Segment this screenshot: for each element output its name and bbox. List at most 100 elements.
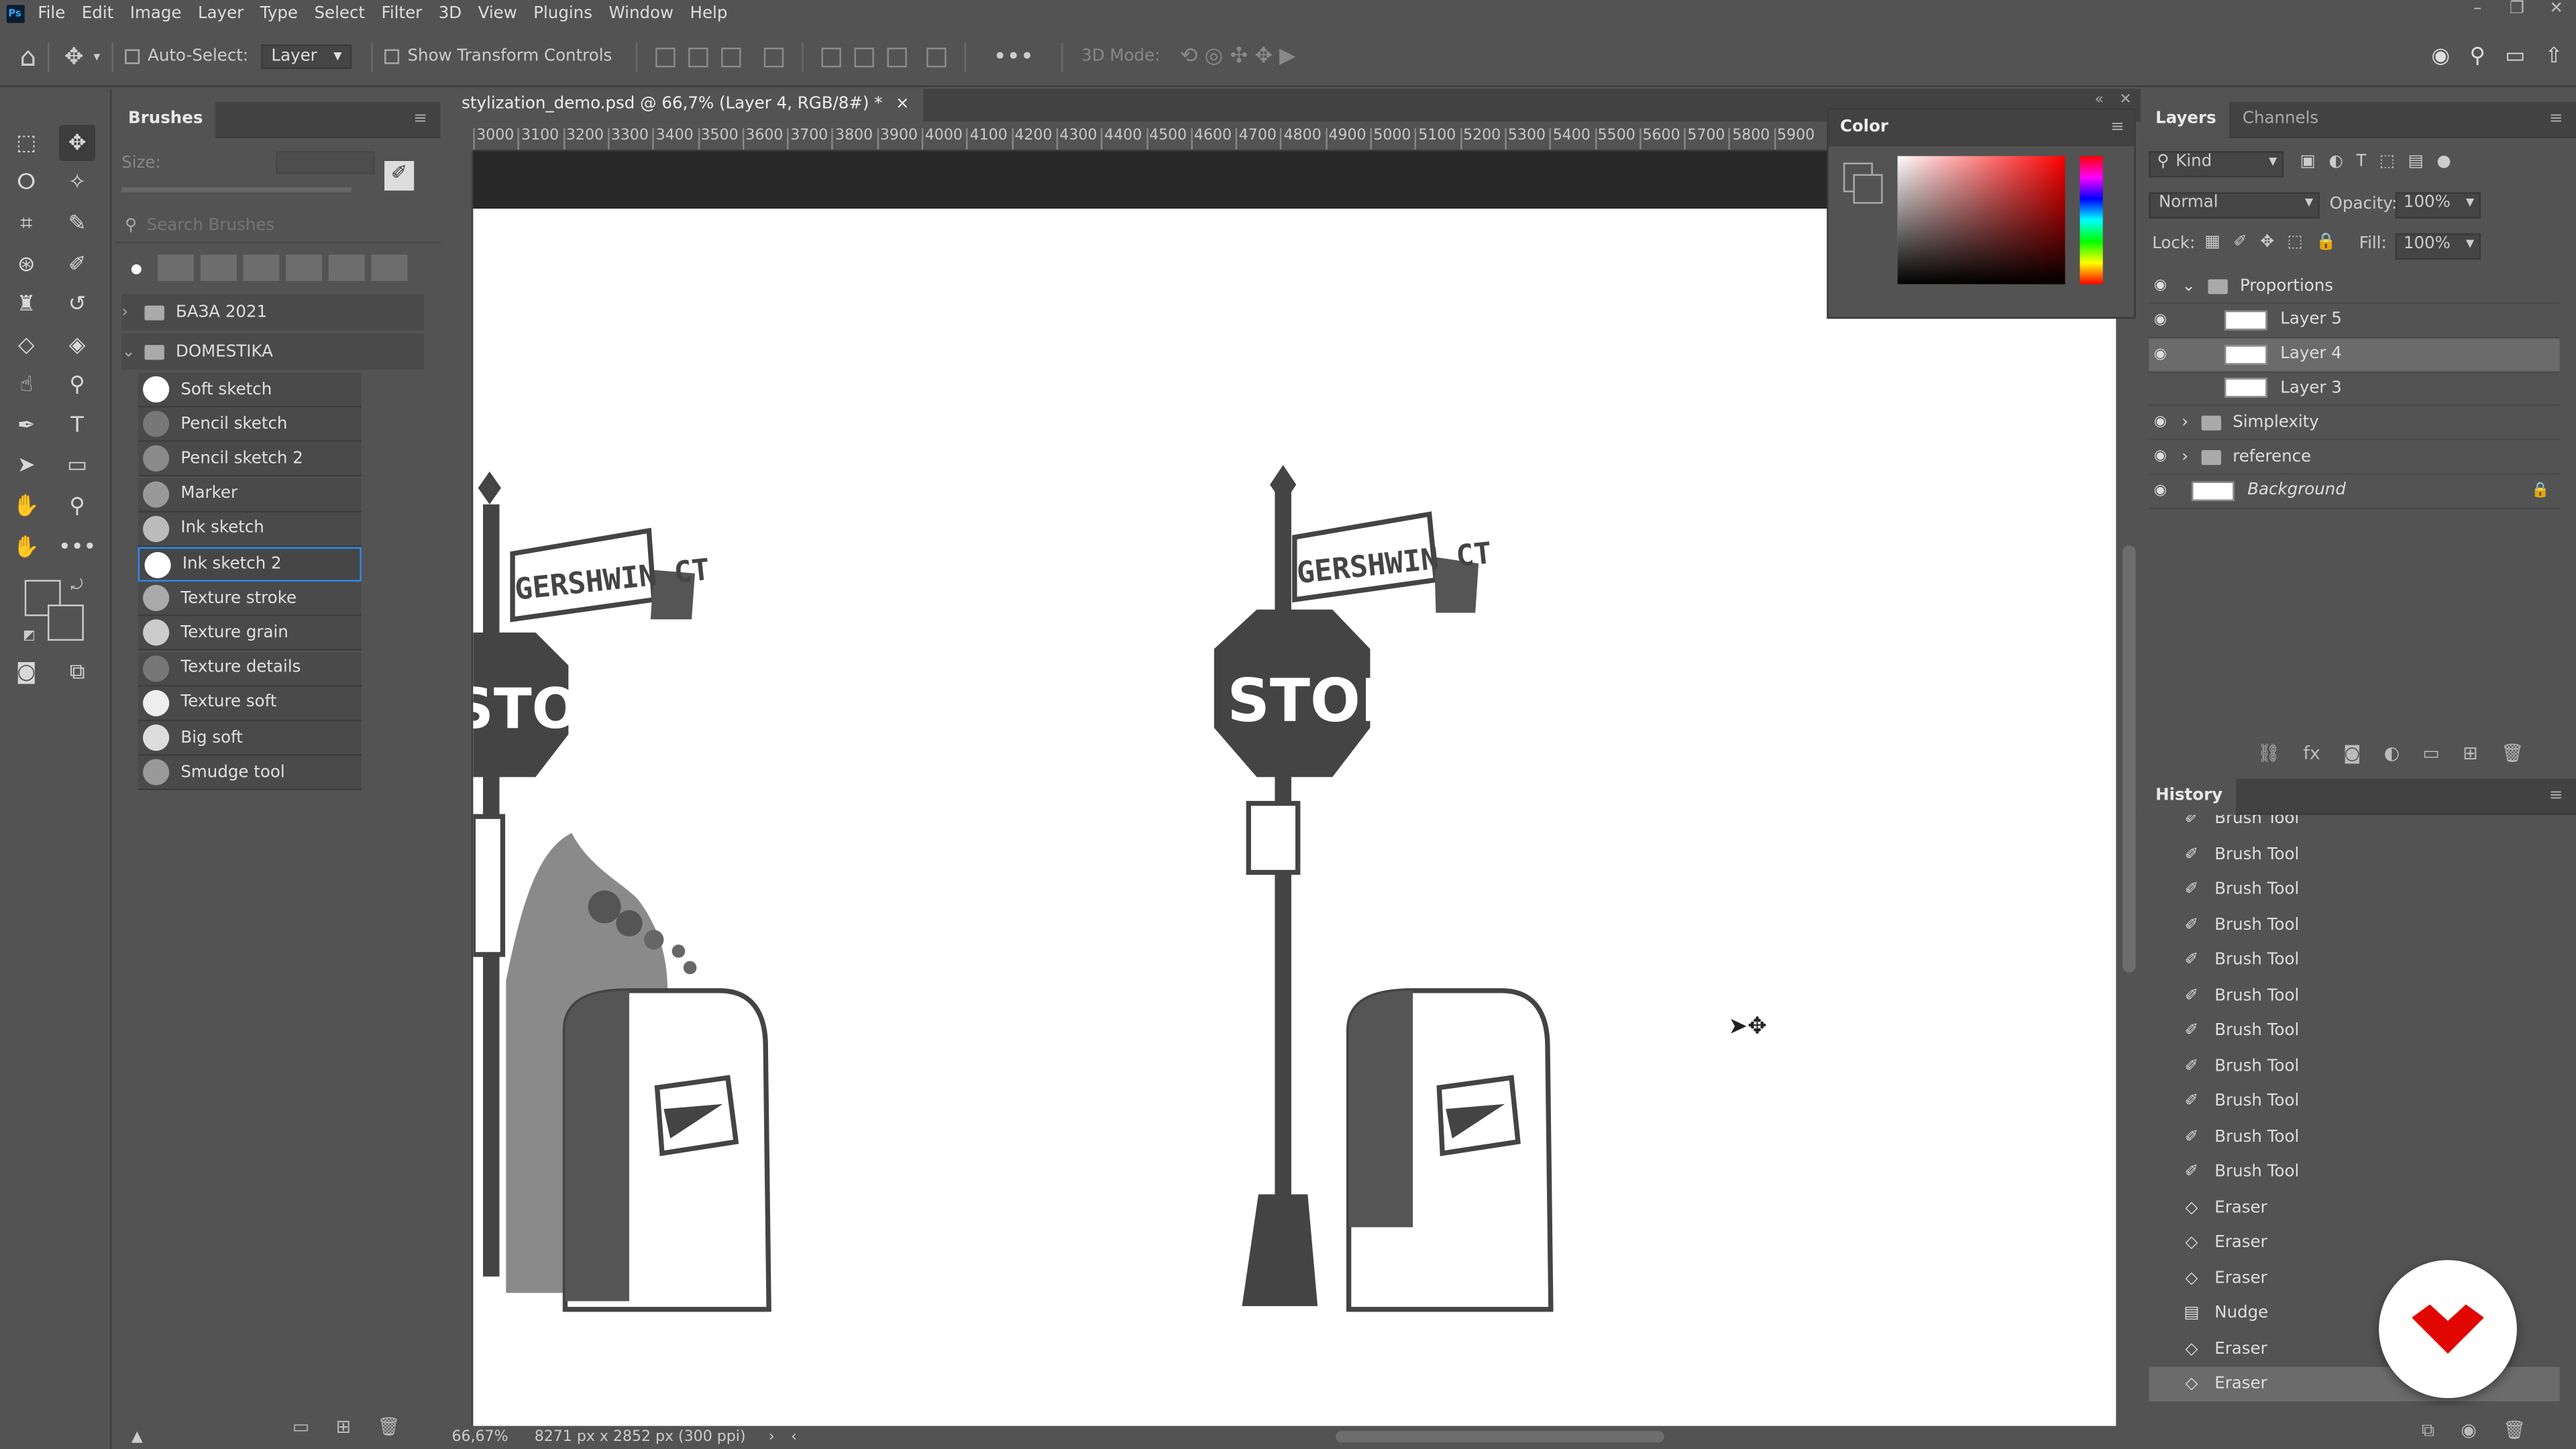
align-top-icon[interactable]: [820, 46, 841, 67]
home-icon[interactable]: ⌂: [19, 41, 36, 72]
brushes-tab[interactable]: Brushes: [115, 101, 217, 138]
collapse-panels-icon[interactable]: «: [2094, 92, 2104, 108]
paint-bucket-icon[interactable]: ◈: [59, 327, 95, 363]
brush-item[interactable]: Texture details: [138, 651, 362, 686]
brush-item[interactable]: Ink sketch 2: [138, 547, 362, 582]
adjustment-layer-icon[interactable]: ◐: [2384, 743, 2400, 764]
recent-brush-6[interactable]: [371, 254, 408, 281]
history-state[interactable]: ✐ Brush Tool: [2149, 1120, 2559, 1154]
menu-view[interactable]: View: [470, 5, 525, 23]
eyedropper-icon[interactable]: ✎: [59, 205, 95, 241]
snapshot-icon[interactable]: ◉: [2461, 1419, 2477, 1442]
menu-type[interactable]: Type: [252, 5, 307, 23]
photoshop-logo[interactable]: Ps: [0, 0, 30, 28]
trash-icon[interactable]: 🗑: [2501, 743, 2524, 764]
add-mask-icon[interactable]: ◙: [2343, 743, 2361, 764]
history-state[interactable]: ✐ Brush Tool: [2149, 978, 2559, 1012]
new-layer-icon[interactable]: ⊞: [2463, 743, 2478, 764]
link-layers-icon[interactable]: ⛓: [2257, 743, 2280, 764]
lock-pixels-icon[interactable]: ✐: [2233, 233, 2247, 252]
search-icon[interactable]: ⚲: [2469, 44, 2485, 69]
layer-row[interactable]: ◉ › reference: [2149, 440, 2560, 475]
color-tab[interactable]: Color ≡: [1828, 110, 2135, 146]
menu-edit[interactable]: Edit: [74, 5, 122, 23]
history-state[interactable]: ✐ Brush Tool: [2149, 1014, 2559, 1048]
minimize-icon[interactable]: –: [2458, 0, 2498, 18]
panel-menu-icon[interactable]: ≡: [2536, 778, 2576, 814]
menu-layer[interactable]: Layer: [190, 5, 252, 23]
workspace-icon[interactable]: ▭: [2505, 44, 2525, 69]
menu-filter[interactable]: Filter: [373, 5, 430, 23]
visibility-eye-icon[interactable]: ◉: [2149, 278, 2171, 294]
menu-plugins[interactable]: Plugins: [525, 5, 600, 23]
distribute-icon[interactable]: [763, 46, 783, 67]
menu-help[interactable]: Help: [682, 5, 735, 23]
blend-mode-select[interactable]: Normal ▾: [2149, 192, 2320, 219]
brush-item[interactable]: Texture grain: [138, 616, 362, 651]
background-color-swatch[interactable]: [48, 604, 84, 641]
move-tool-button[interactable]: ✥: [59, 125, 96, 162]
recent-brush-1[interactable]: [158, 254, 194, 281]
history-state[interactable]: ✐ Brush Tool: [2149, 1155, 2559, 1189]
brush-folder-domestika[interactable]: ⌄ DOMESTIKA: [121, 333, 424, 370]
layer-row[interactable]: ◉ Layer 4: [2149, 337, 2560, 372]
visibility-eye-icon[interactable]: ◉: [2149, 312, 2171, 328]
hue-slider[interactable]: [2080, 156, 2103, 284]
layer-row[interactable]: ◉ Background 🔒: [2149, 474, 2560, 509]
menu-select[interactable]: Select: [306, 5, 373, 23]
history-state[interactable]: ✐ Brush Tool: [2149, 837, 2559, 871]
history-state[interactable]: ✐ Brush Tool: [2149, 1049, 2559, 1083]
brush-item[interactable]: Texture stroke: [138, 582, 362, 616]
new-group-icon[interactable]: ▭: [2422, 743, 2439, 764]
panel-menu-icon[interactable]: ≡: [2110, 110, 2125, 146]
scroll-thumb[interactable]: [2123, 545, 2136, 973]
crop-tool-icon[interactable]: ⌗: [8, 205, 44, 241]
group-chevron-icon[interactable]: ›: [2182, 413, 2188, 431]
new-group-icon[interactable]: ▭: [292, 1416, 309, 1438]
trash-icon[interactable]: 🗑: [2503, 1419, 2526, 1442]
filter-adjust-icon[interactable]: ◐: [2328, 153, 2343, 171]
layer-row[interactable]: Layer 3: [2149, 372, 2560, 407]
layer-row[interactable]: ◉ › Simplexity: [2149, 406, 2560, 441]
history-state[interactable]: ✐ Brush Tool: [2149, 872, 2559, 906]
menu-image[interactable]: Image: [121, 5, 189, 23]
new-document-from-state-icon[interactable]: ⧉: [2422, 1419, 2434, 1442]
auto-select-checkbox[interactable]: [124, 49, 140, 64]
move-tool-icon[interactable]: ✥: [64, 44, 84, 70]
brush-item[interactable]: Texture soft: [138, 686, 362, 721]
brush-item[interactable]: Smudge tool: [138, 755, 362, 791]
close-tab-icon[interactable]: ×: [896, 89, 910, 121]
layers-tab[interactable]: Layers: [2142, 101, 2230, 138]
filter-shape-icon[interactable]: ⬚: [2379, 153, 2395, 171]
restore-icon[interactable]: ❐: [2497, 0, 2536, 18]
zoom-level[interactable]: 66,67%: [451, 1430, 508, 1446]
hand-tool-icon[interactable]: ✋: [8, 488, 44, 524]
close-panel-icon[interactable]: ✕: [2119, 92, 2131, 108]
vertical-scrollbar[interactable]: [2117, 151, 2141, 1426]
magic-wand-icon[interactable]: ✧: [59, 164, 95, 201]
filter-type-icon[interactable]: T: [2356, 153, 2366, 171]
healing-brush-icon[interactable]: ⊛: [8, 246, 44, 282]
marquee-tool-icon[interactable]: ⬚: [8, 125, 44, 161]
group-chevron-icon[interactable]: ⌄: [2182, 277, 2196, 295]
history-state[interactable]: ◇ Eraser: [2149, 1226, 2559, 1260]
history-brush-icon[interactable]: ↺: [59, 286, 95, 322]
recent-brush-4[interactable]: [286, 254, 323, 281]
type-tool-icon[interactable]: T: [59, 407, 95, 443]
brush-item[interactable]: Marker: [138, 477, 362, 513]
domestika-logo-button[interactable]: [2379, 1260, 2517, 1399]
document-canvas[interactable]: GERSHWIN CT STOP GERSHWIN CT STOP ➤✥: [473, 209, 2116, 1426]
smudge-tool-icon[interactable]: ☝: [8, 366, 44, 402]
swap-colors-icon[interactable]: ⤾: [70, 578, 83, 594]
brush-item[interactable]: Big soft: [138, 721, 362, 756]
layer-row[interactable]: ◉ Layer 5: [2149, 304, 2560, 338]
document-tab[interactable]: stylization_demo.psd @ 66,7% (Layer 4, R…: [448, 89, 923, 122]
zoom-tool-icon[interactable]: ⚲: [59, 488, 95, 524]
rectangle-tool-icon[interactable]: ▭: [59, 447, 95, 483]
recent-brush-5[interactable]: [328, 254, 365, 281]
menu-window[interactable]: Window: [600, 5, 682, 23]
lasso-tool-icon[interactable]: ⵔ: [8, 164, 44, 201]
group-chevron-icon[interactable]: ›: [2182, 447, 2188, 466]
history-state[interactable]: ✐ Brush Tool: [2149, 908, 2559, 942]
visibility-eye-icon[interactable]: ◉: [2149, 415, 2171, 431]
